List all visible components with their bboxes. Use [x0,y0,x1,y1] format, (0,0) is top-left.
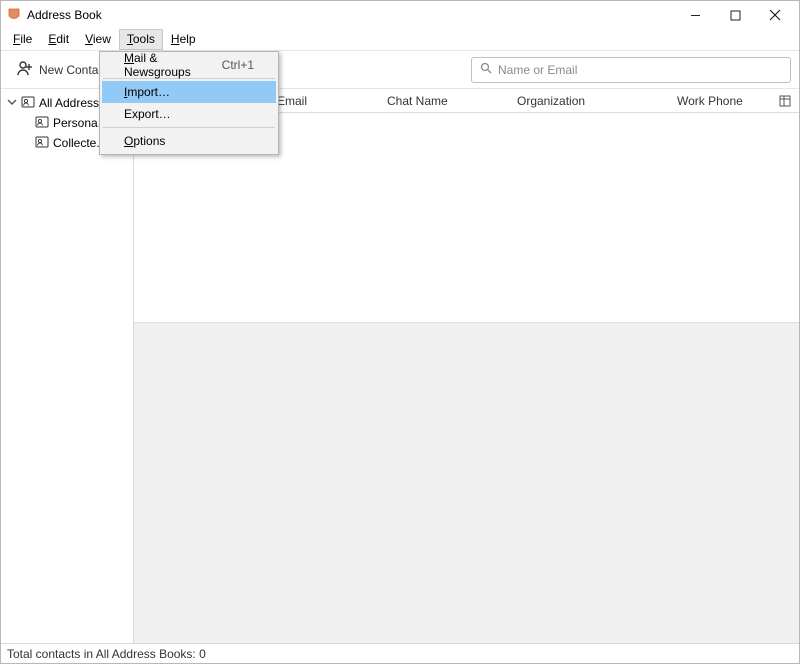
minimize-button[interactable] [675,1,715,29]
close-button[interactable] [755,1,795,29]
app-icon [7,8,21,22]
tree-root-label: All Address [39,96,99,110]
tools-dropdown: Mail & Newsgroups Ctrl+1 Import… Export…… [99,51,279,155]
column-organization[interactable]: Organization [517,94,677,108]
detail-pane [134,323,799,643]
search-box[interactable] [471,57,791,83]
column-work-phone[interactable]: Work Phone [677,94,777,108]
new-contact-icon [17,60,33,79]
menu-item-export[interactable]: Export… [102,103,276,125]
column-picker-button[interactable] [777,93,793,109]
address-book-icon [35,136,49,151]
address-book-icon [35,116,49,131]
tree-item-label: Collecte. [53,136,100,150]
menu-tools[interactable]: Tools [119,29,163,50]
status-text: Total contacts in All Address Books: 0 [7,647,206,661]
menu-item-options[interactable]: Options [102,130,276,152]
titlebar: Address Book [1,1,799,29]
shortcut-text: Ctrl+1 [222,58,254,72]
maximize-button[interactable] [715,1,755,29]
sidebar: All Address Persona. Collecte. [1,89,134,643]
menu-view[interactable]: View [77,29,119,50]
status-bar: Total contacts in All Address Books: 0 [1,643,799,663]
menu-edit[interactable]: Edit [40,29,77,50]
menu-help[interactable]: Help [163,29,204,50]
column-email[interactable]: Email [277,94,387,108]
menubar: File Edit View Tools Help [1,29,799,51]
menu-item-mail-newsgroups[interactable]: Mail & Newsgroups Ctrl+1 [102,54,276,76]
window-title: Address Book [27,8,102,22]
menu-item-import[interactable]: Import… [102,81,276,103]
menu-item-export-label: Export… [124,107,171,121]
tree-item-label: Persona. [53,116,101,130]
menu-separator [103,127,275,128]
menu-file[interactable]: File [5,29,40,50]
chevron-down-icon[interactable] [7,96,17,110]
column-chat-name[interactable]: Chat Name [387,94,517,108]
search-icon [480,62,492,77]
new-contact-label: New Contact [39,63,108,77]
address-book-icon [21,96,35,111]
search-input[interactable] [498,63,782,77]
